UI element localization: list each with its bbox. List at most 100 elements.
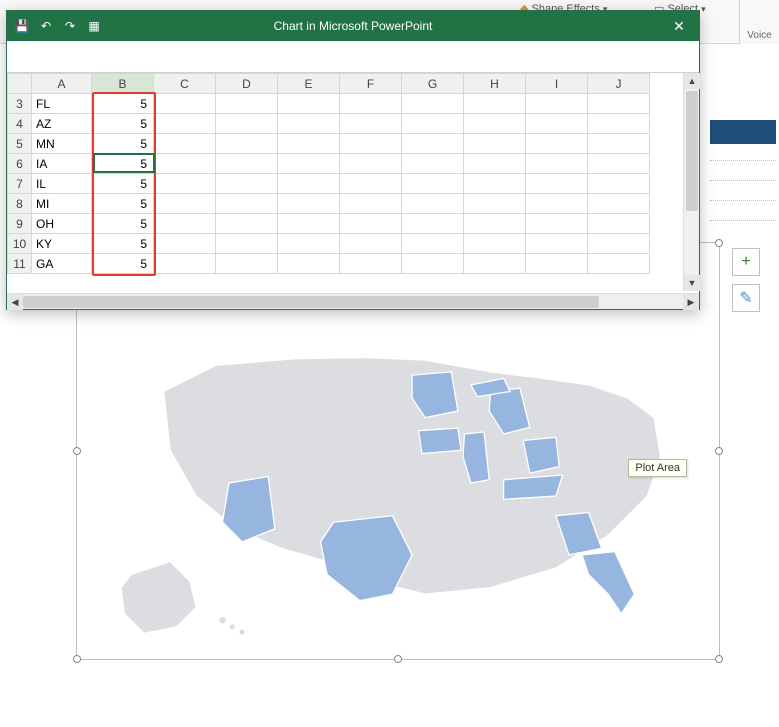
cell[interactable]: FL — [32, 94, 92, 114]
cell[interactable]: KY — [32, 234, 92, 254]
cell[interactable] — [526, 134, 588, 154]
cell[interactable] — [402, 254, 464, 274]
cell[interactable] — [402, 234, 464, 254]
cell[interactable]: 5 — [92, 94, 154, 114]
col-header[interactable]: H — [464, 74, 526, 94]
cell[interactable] — [588, 154, 650, 174]
redo-icon[interactable]: ↷ — [63, 19, 77, 33]
cell[interactable] — [526, 154, 588, 174]
cell[interactable] — [464, 174, 526, 194]
cell[interactable] — [154, 194, 216, 214]
cell[interactable] — [464, 194, 526, 214]
cell[interactable] — [216, 154, 278, 174]
cell[interactable] — [154, 94, 216, 114]
cell[interactable] — [526, 254, 588, 274]
chart-styles-button[interactable]: ✎ — [732, 284, 760, 312]
col-header[interactable]: E — [278, 74, 340, 94]
scroll-up-arrow[interactable]: ▲ — [684, 73, 700, 89]
cell[interactable] — [402, 134, 464, 154]
data-grid[interactable]: A B C D E F G H I J 3FL54AZ55MN56IA57IL5… — [7, 73, 650, 274]
cell[interactable] — [526, 194, 588, 214]
cell[interactable]: 5 — [92, 254, 154, 274]
cell[interactable] — [154, 214, 216, 234]
cell[interactable] — [278, 174, 340, 194]
cell[interactable] — [464, 254, 526, 274]
cell[interactable]: 5 — [92, 114, 154, 134]
scroll-right-arrow[interactable]: ▶ — [683, 294, 699, 310]
cell[interactable]: 5 — [92, 234, 154, 254]
cell[interactable] — [340, 194, 402, 214]
col-header[interactable]: B — [92, 74, 154, 94]
scroll-thumb[interactable] — [23, 296, 599, 308]
cell[interactable] — [464, 134, 526, 154]
cell[interactable]: GA — [32, 254, 92, 274]
cell[interactable] — [216, 114, 278, 134]
row-header[interactable]: 9 — [8, 214, 32, 234]
table-row[interactable]: 9OH5 — [8, 214, 650, 234]
col-header[interactable]: D — [216, 74, 278, 94]
horizontal-scrollbar[interactable]: ◀ ▶ — [7, 293, 699, 309]
chart-data-titlebar[interactable]: 💾 ↶ ↷ ▦ Chart in Microsoft PowerPoint ✕ — [7, 11, 699, 41]
cell[interactable] — [340, 234, 402, 254]
cell[interactable] — [588, 214, 650, 234]
cell[interactable] — [402, 154, 464, 174]
cell[interactable]: 5 — [92, 154, 154, 174]
cell[interactable] — [464, 114, 526, 134]
col-header[interactable]: C — [154, 74, 216, 94]
resize-handle[interactable] — [394, 655, 402, 663]
cell[interactable] — [526, 174, 588, 194]
cell[interactable]: MN — [32, 134, 92, 154]
cell[interactable] — [278, 214, 340, 234]
cell[interactable] — [340, 94, 402, 114]
table-row[interactable]: 6IA5 — [8, 154, 650, 174]
cell[interactable] — [588, 174, 650, 194]
cell[interactable] — [216, 174, 278, 194]
table-row[interactable]: 3FL5 — [8, 94, 650, 114]
cell[interactable] — [278, 134, 340, 154]
resize-handle[interactable] — [715, 655, 723, 663]
table-row[interactable]: 10KY5 — [8, 234, 650, 254]
vertical-scrollbar[interactable]: ▲ ▼ — [683, 73, 699, 291]
cell[interactable] — [154, 114, 216, 134]
resize-handle[interactable] — [715, 239, 723, 247]
cell[interactable] — [154, 134, 216, 154]
cell[interactable] — [278, 194, 340, 214]
cell[interactable] — [154, 154, 216, 174]
cell[interactable]: MI — [32, 194, 92, 214]
scroll-thumb[interactable] — [686, 91, 698, 211]
cell[interactable] — [402, 94, 464, 114]
row-header[interactable]: 11 — [8, 254, 32, 274]
cell[interactable] — [278, 254, 340, 274]
cell[interactable]: OH — [32, 214, 92, 234]
cell[interactable] — [340, 114, 402, 134]
cell[interactable] — [588, 194, 650, 214]
table-row[interactable]: 7IL5 — [8, 174, 650, 194]
row-header[interactable]: 8 — [8, 194, 32, 214]
resize-handle[interactable] — [73, 655, 81, 663]
cell[interactable] — [278, 94, 340, 114]
cell[interactable] — [340, 254, 402, 274]
cell[interactable] — [216, 214, 278, 234]
cell[interactable] — [216, 254, 278, 274]
cell[interactable] — [340, 154, 402, 174]
col-header[interactable]: A — [32, 74, 92, 94]
col-header[interactable]: J — [588, 74, 650, 94]
grid-icon[interactable]: ▦ — [87, 19, 101, 33]
table-row[interactable]: 11GA5 — [8, 254, 650, 274]
chart-add-element-button[interactable]: + — [732, 248, 760, 276]
cell[interactable] — [588, 114, 650, 134]
cell[interactable] — [154, 234, 216, 254]
corner-cell[interactable] — [8, 74, 32, 94]
cell[interactable] — [340, 174, 402, 194]
cell[interactable] — [526, 114, 588, 134]
col-header[interactable]: F — [340, 74, 402, 94]
cell[interactable] — [216, 194, 278, 214]
row-header[interactable]: 10 — [8, 234, 32, 254]
cell[interactable] — [402, 214, 464, 234]
cell[interactable] — [526, 234, 588, 254]
cell[interactable] — [402, 114, 464, 134]
scroll-left-arrow[interactable]: ◀ — [7, 294, 23, 310]
cell[interactable]: 5 — [92, 214, 154, 234]
cell[interactable] — [588, 94, 650, 114]
cell[interactable] — [588, 134, 650, 154]
